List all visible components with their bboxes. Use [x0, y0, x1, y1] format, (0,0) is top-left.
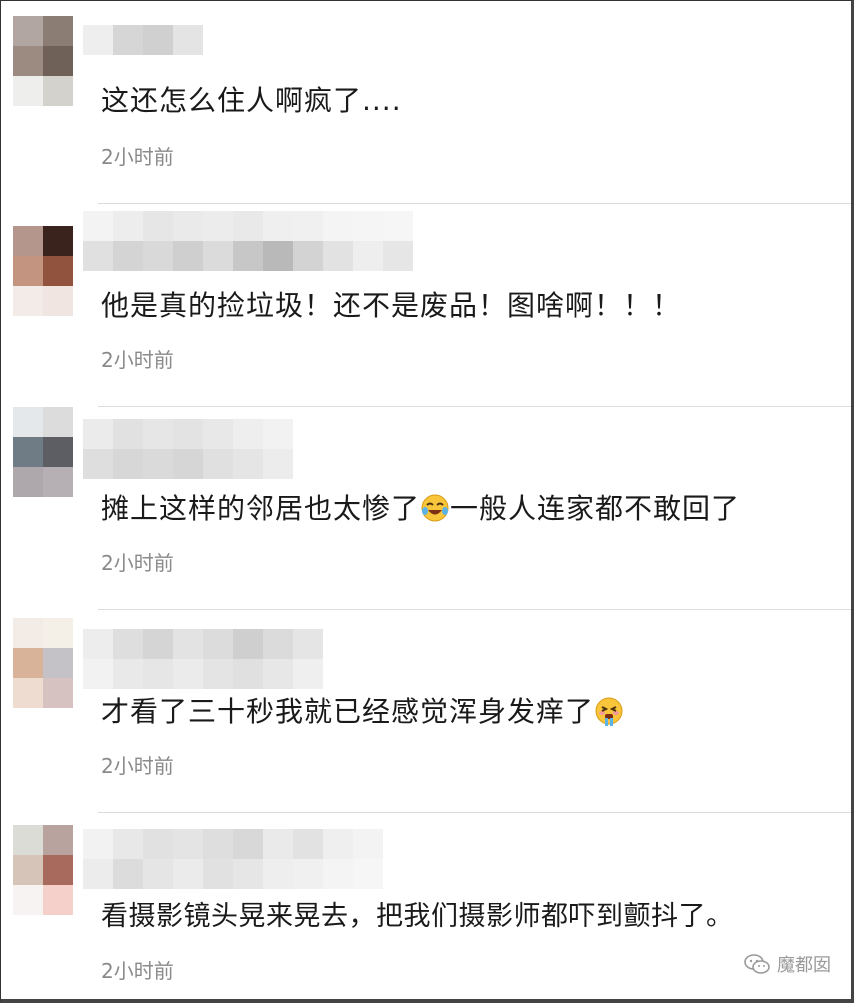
username-blurred[interactable] — [83, 419, 293, 479]
avatar[interactable] — [13, 825, 73, 915]
crying-laughing-emoji — [421, 494, 449, 522]
comment-time: 2小时前 — [101, 551, 174, 575]
username-blurred[interactable] — [83, 629, 323, 689]
comment-time: 2小时前 — [101, 145, 174, 169]
username-blurred[interactable] — [83, 25, 203, 55]
comment-text: 他是真的捡垃圾！还不是废品！图啥啊！！！ — [101, 289, 682, 322]
username-blurred[interactable] — [83, 829, 383, 889]
comment-time: 2小时前 — [101, 959, 174, 983]
watermark: 魔都囡 — [743, 951, 831, 977]
comment-item: 这还怎么住人啊疯了.... 2小时前 — [1, 1, 851, 204]
avatar[interactable] — [13, 226, 73, 316]
comment-feed: 这还怎么住人啊疯了.... 2小时前 他是真的捡垃圾！还不是废品！图啥啊！！！ … — [0, 0, 854, 1003]
comment-text: 看摄影镜头晃来晃去，把我们摄影师都吓到颤抖了。 — [101, 901, 734, 932]
comment-time: 2小时前 — [101, 754, 174, 778]
wechat-icon — [744, 954, 770, 974]
comment-text: 这还怎么住人啊疯了.... — [101, 84, 402, 117]
watermark-label: 魔都囡 — [777, 955, 831, 976]
comment-text: 才看了三十秒我就已经感觉浑身发痒了 — [101, 692, 624, 732]
comment-item: 才看了三十秒我就已经感觉浑身发痒了 2小时前 — [1, 610, 851, 813]
avatar[interactable] — [13, 618, 73, 708]
avatar[interactable] — [13, 407, 73, 497]
comment-item: 摊上这样的邻居也太惨了 一般人连家都不敢回了 2小时前 — [1, 407, 851, 610]
avatar[interactable] — [13, 16, 73, 106]
username-blurred[interactable] — [83, 211, 413, 271]
tearful-face-emoji — [595, 697, 623, 726]
comment-item: 看摄影镜头晃来晃去，把我们摄影师都吓到颤抖了。 2小时前 — [1, 813, 851, 999]
comment-text: 摊上这样的邻居也太惨了 一般人连家都不敢回了 — [101, 492, 741, 525]
comment-time: 2小时前 — [101, 348, 174, 372]
comment-item: 他是真的捡垃圾！还不是废品！图啥啊！！！ 2小时前 — [1, 204, 851, 407]
